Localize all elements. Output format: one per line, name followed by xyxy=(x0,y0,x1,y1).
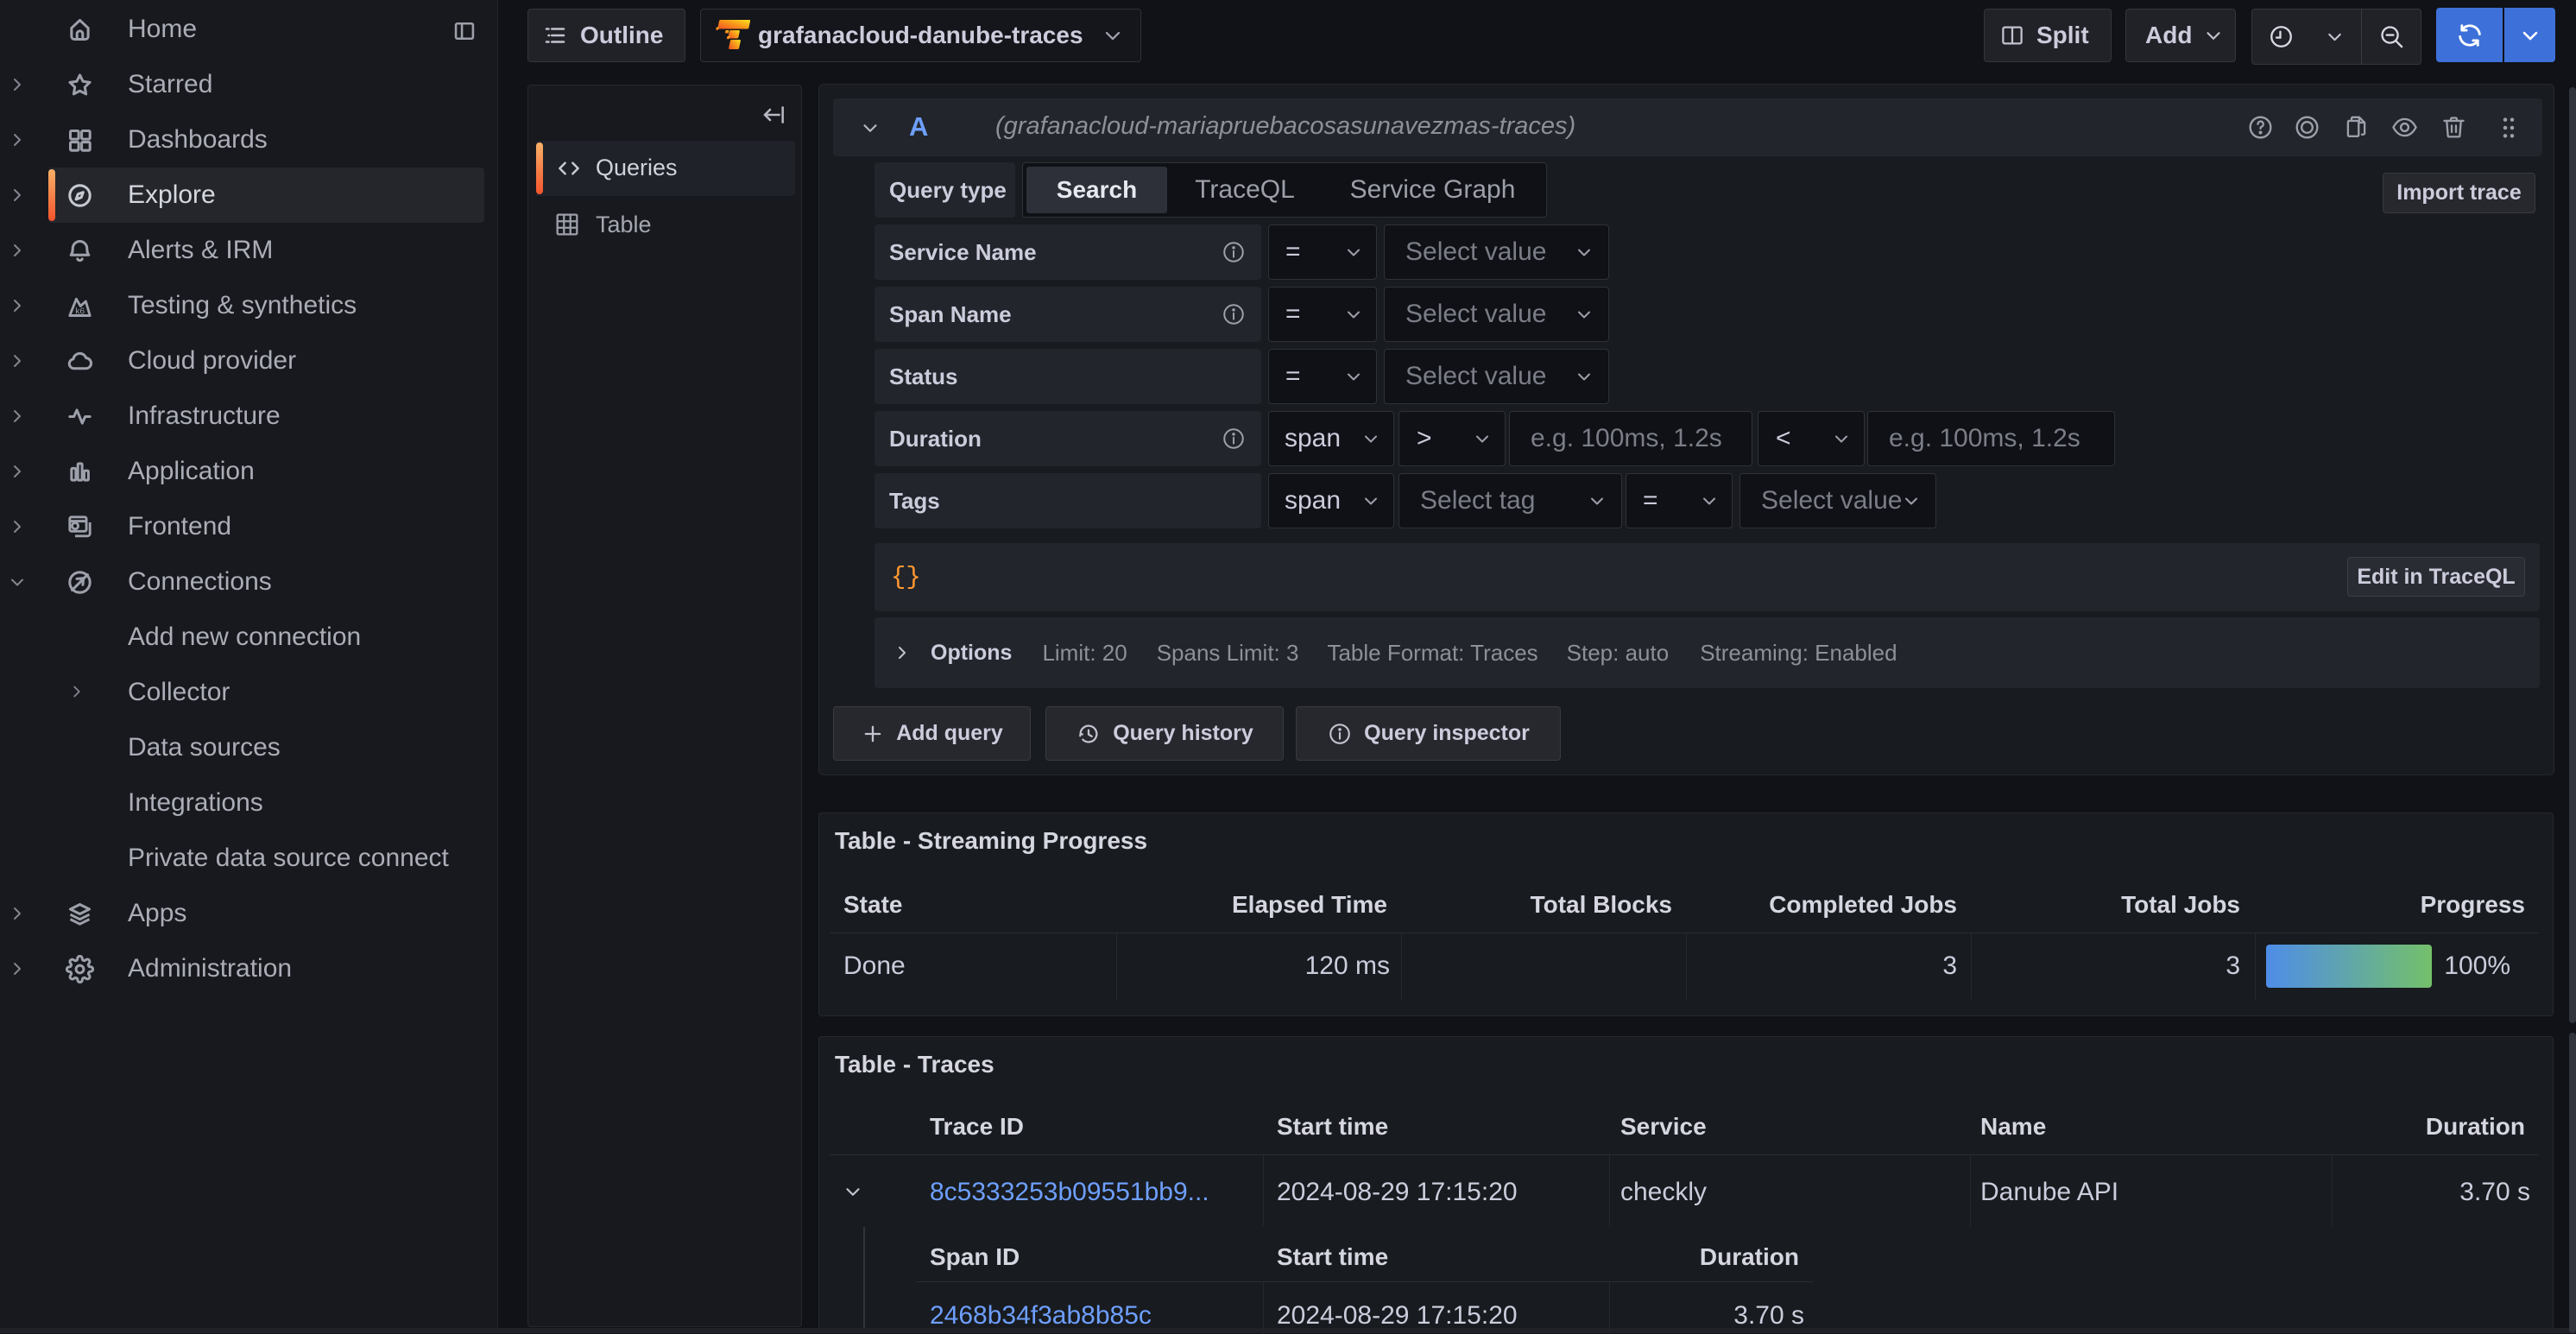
svg-text:k6: k6 xyxy=(75,307,85,316)
